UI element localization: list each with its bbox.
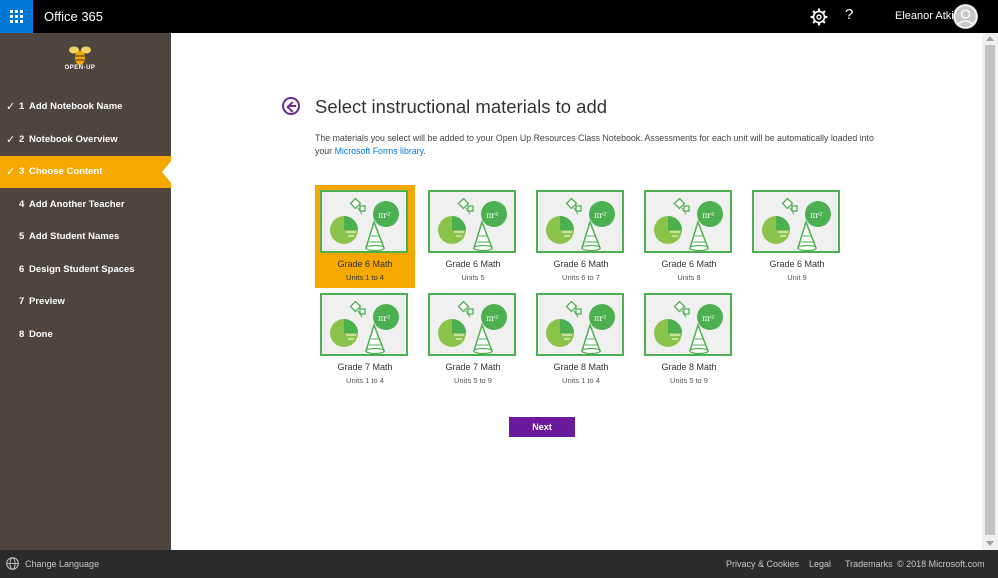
svg-text:πr²: πr² bbox=[378, 314, 390, 323]
description-end: . bbox=[423, 146, 426, 156]
footer: Change Language Privacy & Cookies Legal … bbox=[0, 550, 998, 578]
material-card[interactable]: πr² Grade 8 Math Units 1 to 4 bbox=[531, 288, 631, 391]
step-label: Design Student Spaces bbox=[29, 264, 135, 275]
step-choose-content[interactable]: ✓ 3 Choose Content bbox=[0, 156, 172, 188]
step-number: 6 bbox=[19, 264, 25, 275]
material-units: Units 5 bbox=[461, 273, 485, 282]
svg-text:πr²: πr² bbox=[702, 211, 714, 220]
material-title: Grade 7 Math bbox=[337, 362, 393, 372]
legal-link[interactable]: Legal bbox=[809, 559, 831, 569]
top-bar: Office 365 ? Eleanor Atkins bbox=[0, 0, 998, 33]
svg-text:πr²: πr² bbox=[810, 211, 822, 220]
step-label: Done bbox=[29, 329, 53, 340]
material-units: Units 6 to 7 bbox=[562, 273, 600, 282]
settings-gear-icon[interactable] bbox=[809, 7, 829, 27]
scroll-down-arrow-icon[interactable] bbox=[986, 541, 994, 546]
material-units: Units 1 to 4 bbox=[346, 376, 384, 385]
material-card[interactable]: πr² Grade 6 Math Units 5 bbox=[423, 185, 523, 288]
math-materials-thumbnail-icon: πr² bbox=[428, 190, 516, 253]
check-icon: ✓ bbox=[6, 134, 16, 146]
material-title: Grade 6 Math bbox=[661, 259, 717, 269]
material-title: Grade 6 Math bbox=[337, 259, 393, 269]
math-materials-thumbnail-icon: πr² bbox=[320, 293, 408, 356]
material-card[interactable]: πr² Grade 6 Math Units 6 to 7 bbox=[531, 185, 631, 288]
math-materials-thumbnail-icon: πr² bbox=[536, 293, 624, 356]
app-title[interactable]: Office 365 bbox=[44, 9, 103, 24]
trademarks-link[interactable]: Trademarks bbox=[845, 559, 893, 569]
step-label: Notebook Overview bbox=[29, 134, 118, 145]
step-number: 3 bbox=[19, 166, 25, 177]
vertical-scrollbar[interactable] bbox=[982, 33, 998, 550]
math-materials-thumbnail-icon: πr² bbox=[752, 190, 840, 253]
open-up-bee-logo-icon bbox=[69, 46, 91, 65]
svg-text:πr²: πr² bbox=[594, 314, 606, 323]
step-label: Add Another Teacher bbox=[29, 199, 125, 210]
step-label: Preview bbox=[29, 296, 65, 307]
microsoft-forms-link[interactable]: Microsoft Forms library bbox=[335, 146, 424, 156]
math-materials-thumbnail-icon: πr² bbox=[320, 190, 408, 253]
step-label: Add Student Names bbox=[29, 231, 120, 242]
page-description: The materials you select will be added t… bbox=[315, 132, 880, 158]
privacy-cookies-link[interactable]: Privacy & Cookies bbox=[726, 559, 799, 569]
material-title: Grade 6 Math bbox=[553, 259, 609, 269]
app-launcher-button[interactable] bbox=[0, 0, 33, 33]
help-button[interactable]: ? bbox=[845, 6, 853, 23]
material-card[interactable]: πr² Grade 8 Math Units 5 to 9 bbox=[639, 288, 739, 391]
material-title: Grade 8 Math bbox=[661, 362, 717, 372]
scrollbar-thumb[interactable] bbox=[985, 45, 995, 535]
svg-text:πr²: πr² bbox=[702, 314, 714, 323]
waffle-icon bbox=[10, 10, 23, 23]
material-card[interactable]: πr² Grade 6 Math Unit 9 bbox=[747, 185, 847, 288]
step-preview[interactable]: 7 Preview bbox=[0, 286, 171, 318]
math-materials-thumbnail-icon: πr² bbox=[644, 190, 732, 253]
material-card[interactable]: πr² Grade 7 Math Units 1 to 4 bbox=[315, 288, 415, 391]
step-number: 7 bbox=[19, 296, 25, 307]
check-icon: ✓ bbox=[6, 101, 16, 113]
step-add-notebook-name[interactable]: ✓ 1 Add Notebook Name bbox=[0, 91, 171, 123]
material-units: Units 5 to 9 bbox=[454, 376, 492, 385]
step-number: 8 bbox=[19, 329, 25, 340]
material-title: Grade 6 Math bbox=[769, 259, 825, 269]
globe-icon[interactable] bbox=[6, 557, 19, 570]
step-add-another-teacher[interactable]: 4 Add Another Teacher bbox=[0, 189, 171, 221]
wizard-sidebar: OPEN·UP ✓ 1 Add Notebook Name ✓ 2 Notebo… bbox=[0, 33, 172, 550]
copyright-text: © 2018 Microsoft.com bbox=[897, 559, 985, 569]
change-language-link[interactable]: Change Language bbox=[25, 559, 99, 569]
user-avatar-icon[interactable] bbox=[953, 4, 978, 29]
scroll-up-arrow-icon[interactable] bbox=[986, 36, 994, 41]
svg-text:πr²: πr² bbox=[486, 211, 498, 220]
material-units: Units 5 to 9 bbox=[670, 376, 708, 385]
material-title: Grade 6 Math bbox=[445, 259, 501, 269]
svg-text:πr²: πr² bbox=[486, 314, 498, 323]
page-title: Select instructional materials to add bbox=[315, 96, 608, 117]
math-materials-thumbnail-icon: πr² bbox=[536, 190, 624, 253]
next-button[interactable]: Next bbox=[509, 417, 575, 437]
material-units: Unit 9 bbox=[787, 273, 807, 282]
svg-text:πr²: πr² bbox=[378, 211, 390, 220]
material-title: Grade 8 Math bbox=[553, 362, 609, 372]
step-design-student-spaces[interactable]: 6 Design Student Spaces bbox=[0, 254, 171, 286]
material-units: Units 1 to 4 bbox=[346, 273, 384, 282]
step-label: Choose Content bbox=[29, 166, 103, 177]
step-done[interactable]: 8 Done bbox=[0, 319, 171, 351]
math-materials-thumbnail-icon: πr² bbox=[428, 293, 516, 356]
check-icon: ✓ bbox=[6, 166, 16, 178]
material-card[interactable]: πr² Grade 6 Math Units 1 to 4 bbox=[315, 185, 415, 288]
material-units: Units 8 bbox=[677, 273, 701, 282]
material-card[interactable]: πr² Grade 6 Math Units 8 bbox=[639, 185, 739, 288]
step-number: 2 bbox=[19, 134, 25, 145]
material-card[interactable]: πr² Grade 7 Math Units 5 to 9 bbox=[423, 288, 523, 391]
step-number: 5 bbox=[19, 231, 25, 242]
step-add-student-names[interactable]: 5 Add Student Names bbox=[0, 221, 171, 253]
material-title: Grade 7 Math bbox=[445, 362, 501, 372]
math-materials-thumbnail-icon: πr² bbox=[644, 293, 732, 356]
logo-text: OPEN·UP bbox=[64, 65, 96, 71]
svg-text:πr²: πr² bbox=[594, 211, 606, 220]
material-units: Units 1 to 4 bbox=[562, 376, 600, 385]
step-number: 1 bbox=[19, 101, 25, 112]
step-label: Add Notebook Name bbox=[29, 101, 123, 112]
step-notebook-overview[interactable]: ✓ 2 Notebook Overview bbox=[0, 124, 171, 156]
back-button[interactable] bbox=[282, 97, 300, 115]
step-number: 4 bbox=[19, 199, 25, 210]
